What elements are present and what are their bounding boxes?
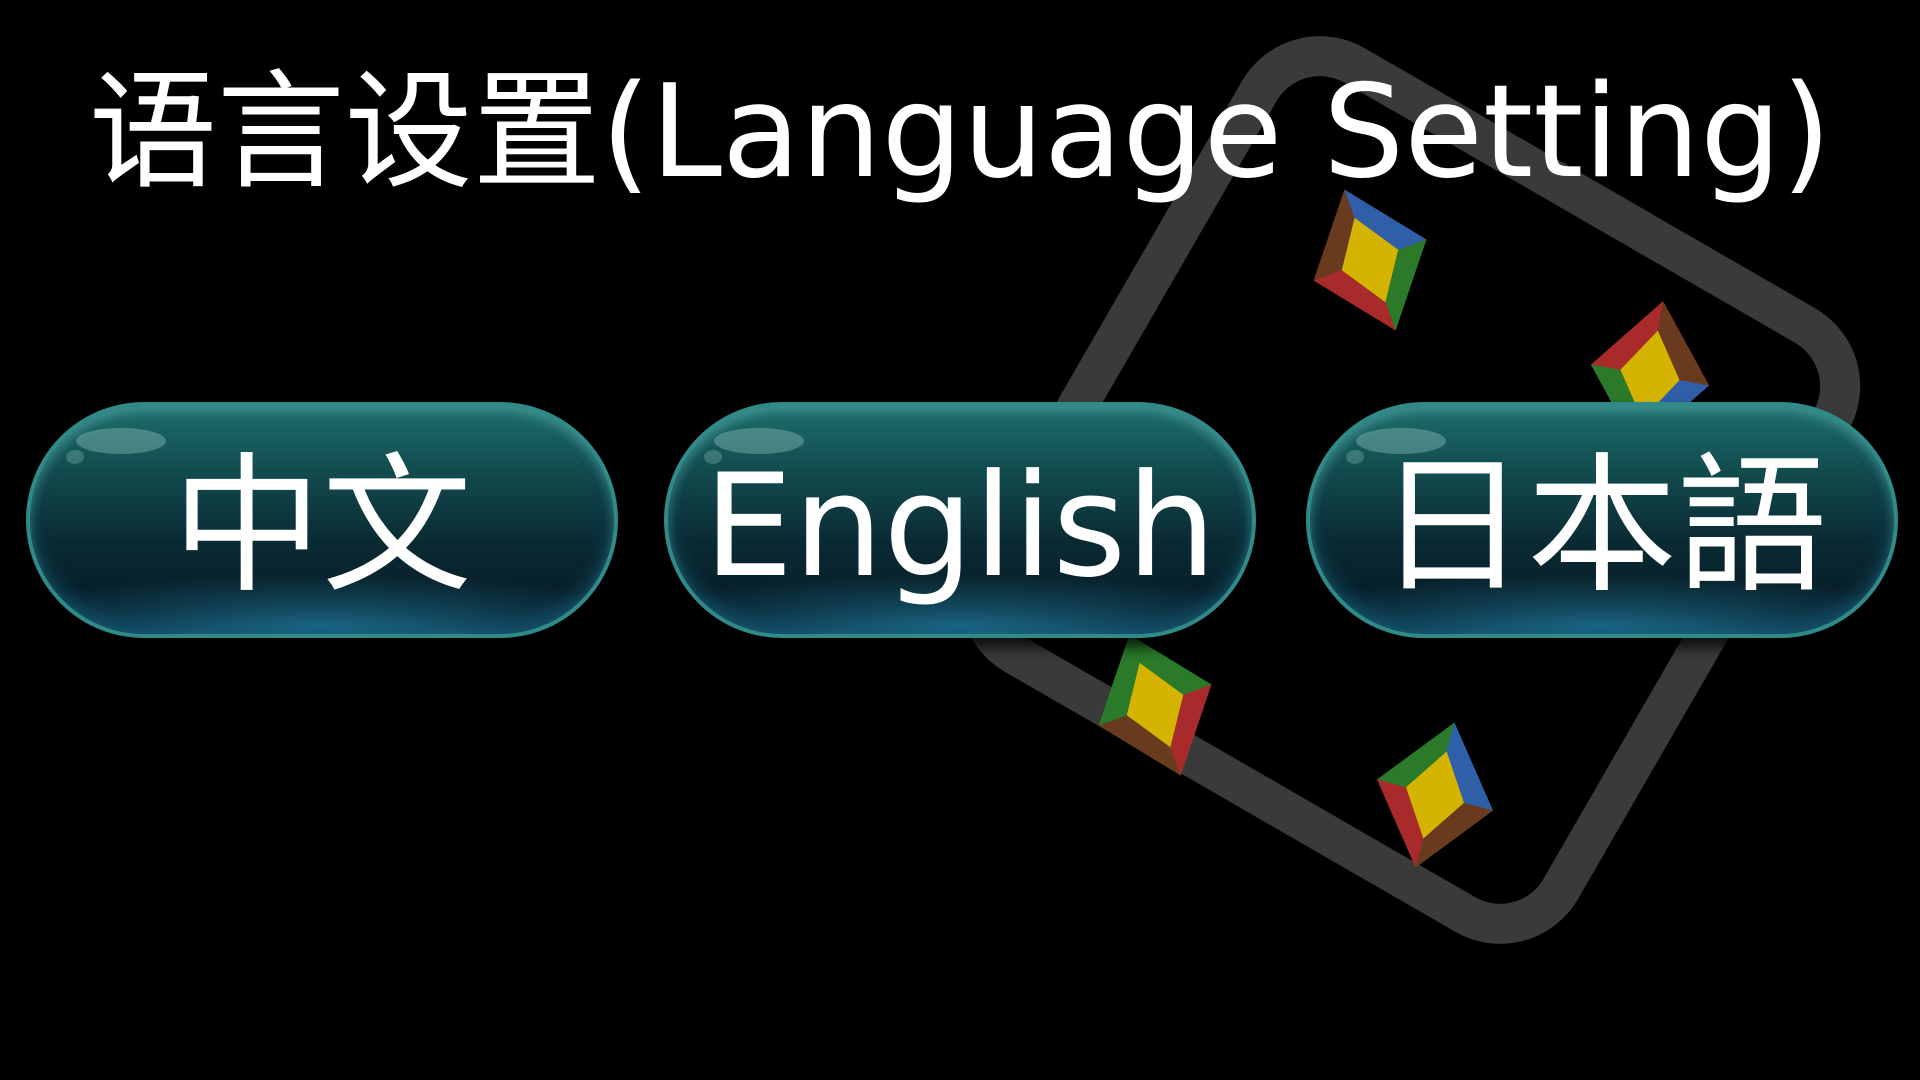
language-button-chinese[interactable]: 中文 <box>26 402 618 638</box>
language-button-english[interactable]: English <box>664 402 1256 638</box>
language-button-japanese[interactable]: 日本語 <box>1306 402 1898 638</box>
language-options: 中文 English 日本語 <box>0 402 1920 642</box>
language-setting-screen: 语言设置(Language Setting) 中文 English 日本語 <box>0 0 1920 1080</box>
language-button-label: English <box>703 444 1217 609</box>
page-title: 语言设置(Language Setting) <box>88 58 1832 207</box>
language-button-label: 中文 <box>171 440 472 614</box>
language-button-label: 日本語 <box>1376 440 1827 614</box>
